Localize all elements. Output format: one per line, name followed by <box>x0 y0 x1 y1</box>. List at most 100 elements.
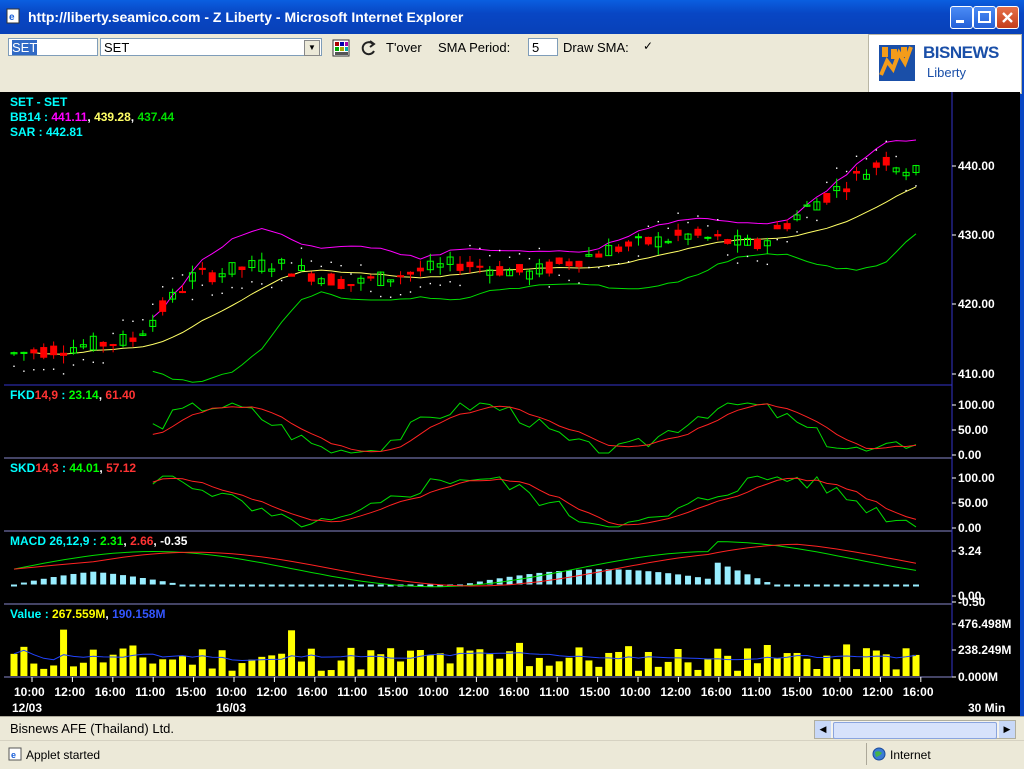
sar-dot <box>340 264 342 267</box>
skd-comma: , <box>99 461 106 475</box>
x-tick-label: 11:00 <box>539 685 569 699</box>
candle-body <box>753 238 761 250</box>
symbol-input[interactable]: SET <box>8 38 98 56</box>
scroll-left-button[interactable]: ◀ <box>815 721 831 738</box>
logo-brand: BISNEWS <box>923 43 999 62</box>
value-bar <box>674 648 682 676</box>
macd-histogram-bar <box>60 575 67 585</box>
x-tick-label: 11:00 <box>135 685 165 699</box>
value-bar <box>912 654 920 676</box>
sar-dot <box>241 287 243 289</box>
value-bar <box>188 664 196 676</box>
y-tick-label: 100.00 <box>958 471 995 485</box>
value-bar <box>555 661 563 676</box>
applet-icon: e <box>8 747 22 761</box>
close-icon <box>1002 12 1013 23</box>
sar-dot <box>33 369 35 371</box>
scroll-thumb[interactable] <box>833 722 997 739</box>
macd-histogram-bar <box>367 584 374 587</box>
sar-dot <box>290 262 293 264</box>
value-bar <box>446 663 454 676</box>
macd-histogram-bar <box>129 576 136 585</box>
bb-mid-value: 439.28 <box>94 110 131 124</box>
y-tick-label: 0.00 <box>958 521 982 535</box>
ie-page-icon: e <box>6 8 20 24</box>
symbol-select[interactable]: SET ▼ <box>100 38 322 56</box>
value-bar <box>99 662 107 676</box>
sar-dot <box>271 286 273 289</box>
refresh-icon[interactable] <box>360 39 378 57</box>
value-bar <box>238 663 246 676</box>
sar-dot <box>181 274 184 276</box>
sma-period-input[interactable]: 5 <box>528 38 558 56</box>
scroll-right-button[interactable]: ▶ <box>999 721 1015 738</box>
macd-histogram-bar <box>605 569 612 585</box>
value-bar <box>10 653 18 676</box>
y-tick-label: 0.00 <box>958 448 982 462</box>
macd-histogram-bar <box>139 577 146 585</box>
sar-dot <box>350 273 352 275</box>
value-bar <box>397 661 405 676</box>
macd-histogram-bar <box>268 584 275 587</box>
value-bar <box>129 645 137 676</box>
sar-dot <box>92 361 94 363</box>
value-value-2: 190.158M <box>112 607 165 621</box>
candle-body <box>347 284 355 287</box>
horizontal-scrollbar[interactable]: ◀ ▶ <box>814 720 1016 739</box>
sar-dot <box>469 244 471 247</box>
sar-dot <box>568 279 570 282</box>
macd-histogram-bar <box>575 569 582 585</box>
candle-body <box>129 337 137 342</box>
macd-comma-2: , <box>153 534 160 548</box>
sar-dot <box>826 181 828 184</box>
value-bar <box>853 669 861 676</box>
sar-dot <box>211 294 213 296</box>
macd-histogram-bar <box>199 584 206 587</box>
value-bar <box>516 642 524 676</box>
settings-toolbar: SET SET ▼ <box>0 34 868 63</box>
sar-dot <box>756 260 759 262</box>
candle-body <box>783 223 791 230</box>
candle-body <box>674 229 682 236</box>
sar-dot <box>697 215 699 217</box>
candle-body <box>625 241 633 247</box>
value-bar <box>634 670 642 676</box>
value-bar <box>367 650 375 676</box>
macd-histogram-bar <box>288 584 295 587</box>
y-tick-label: 410.00 <box>958 367 995 381</box>
macd-histogram-bar <box>665 573 672 585</box>
chart-area[interactable]: 440.00 430.00 420.00 410.00 100.00 50.00 0.00 1… <box>0 92 1020 716</box>
macd-histogram-bar <box>774 584 781 587</box>
macd-histogram-bar <box>209 584 216 587</box>
sar-dot <box>231 286 233 289</box>
date-label-2: 16/03 <box>216 701 246 715</box>
sar-dot <box>62 373 65 375</box>
value-bar <box>79 662 87 676</box>
draw-sma-checkbox[interactable]: ✓ <box>641 39 655 53</box>
close-button[interactable] <box>996 6 1019 29</box>
minimize-button[interactable] <box>950 6 973 29</box>
sar-dot <box>171 277 174 279</box>
sar-dot <box>667 227 669 230</box>
tover-label[interactable]: T'over <box>386 40 422 55</box>
drawing-toolbar: 〰▾⇱▣⎙ılı∞Dy⬚+⊕⊖╱—│⫽◠∠⋰≡⋱⫼⬚❐⌫✋? <box>0 62 868 148</box>
chevron-down-icon[interactable]: ▼ <box>304 40 320 56</box>
maximize-button[interactable] <box>973 6 996 29</box>
skd-value-2: 57.12 <box>106 461 136 475</box>
macd-histogram-bar <box>308 584 315 587</box>
candle-body <box>872 162 880 168</box>
value-bar <box>169 659 177 676</box>
sar-dot <box>72 364 75 366</box>
macd-histogram-bar <box>248 584 255 587</box>
x-tick-label: 15:00 <box>580 685 611 699</box>
value-bar <box>69 666 77 676</box>
macd-histogram-bar <box>615 569 622 585</box>
macd-histogram-bar <box>784 584 791 587</box>
x-tick-label: 10:00 <box>216 685 247 699</box>
macd-histogram-bar <box>536 572 543 585</box>
sar-dot <box>816 219 818 222</box>
grid-icon[interactable] <box>332 39 350 57</box>
value-bar <box>714 648 722 676</box>
sar-dot <box>865 158 868 160</box>
macd-histogram-bar <box>893 584 900 587</box>
